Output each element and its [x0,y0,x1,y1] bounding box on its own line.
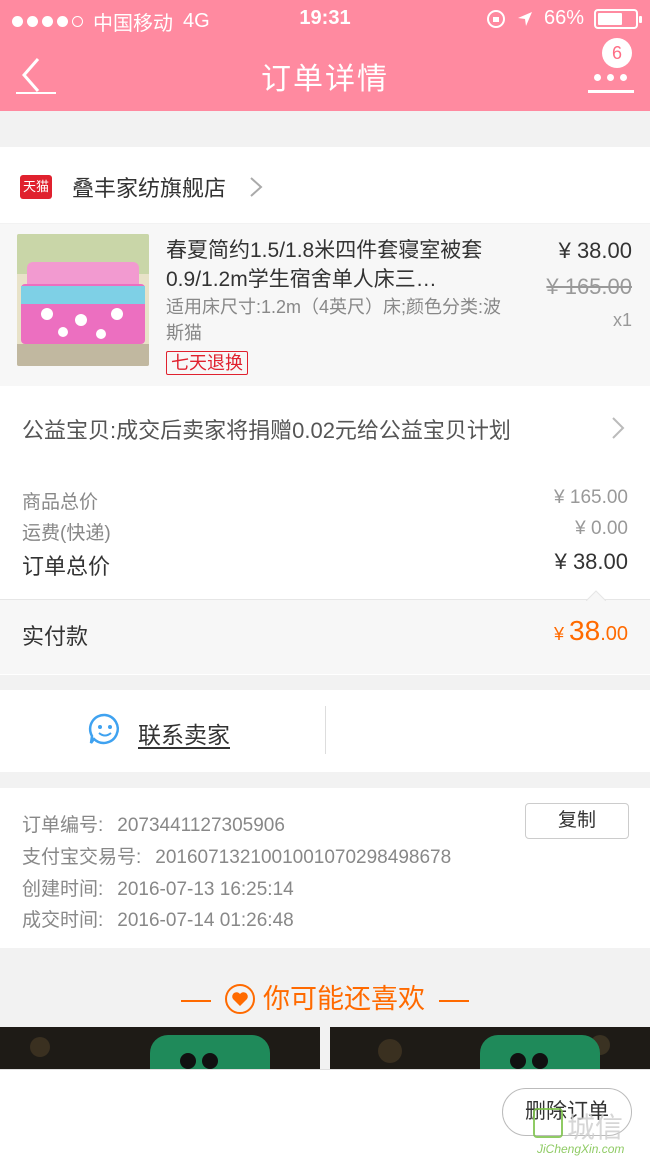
order-number-row: 订单编号: 2073441127305906 [22,810,285,837]
heart-icon [225,983,255,1014]
paid-section [0,599,650,674]
store-name[interactable]: 叠丰家纺旗舰店 [72,171,226,203]
product-quantity: x1 [612,310,632,330]
watermark-logo-icon [533,1108,563,1138]
product-price: ¥ 38.00 [558,238,632,263]
chat-bubble-icon[interactable] [88,712,122,746]
order-total-value: ¥ 38.00 [554,549,628,574]
watermark: 城信 JiChengXin.com [533,1106,650,1156]
top-bar: 中国移动 4G 19:31 66% 订单详情 6 [0,0,650,111]
copy-button[interactable]: 复制 [525,803,629,839]
alipay-number-label: 支付宝交易号: [22,847,142,868]
contact-seller-link[interactable]: 联系卖家 [138,716,230,750]
shipping-value: ¥ 0.00 [575,518,628,539]
order-number: 2073441127305906 [117,815,285,836]
tmall-logo-icon: 天猫 [20,175,52,199]
order-total-label: 订单总价 [22,554,111,579]
product-title[interactable]: 春夏简约1.5/1.8米四件套寝室被套0.9/1.2m学生宿舍单人床三… [166,236,506,294]
more-dots-icon [594,74,627,81]
paid-amount: ¥ 38.00 [554,615,628,647]
created-time: 2016-07-13 16:25:14 [117,879,294,900]
message-count-badge: 6 [602,38,632,68]
paid-integer: 38 [569,615,601,646]
created-time-label: 创建时间: [22,879,104,900]
page-title: 订单详情 [261,63,389,96]
return-policy-tag: 七天退换 [166,351,248,375]
recommend-title: 你可能还喜欢 [0,977,650,1016]
status-bar: 中国移动 4G 19:31 66% [0,0,650,38]
goods-total-label: 商品总价 [22,492,99,513]
charity-text: 公益宝贝:成交后卖家将捐赠0.02元给公益宝贝计划 [22,418,511,443]
shipping-label: 运费(快递) [22,523,111,544]
deal-time: 2016-07-14 01:26:48 [117,910,294,931]
rotation-lock-icon [486,9,505,28]
paid-currency: ¥ [554,624,570,644]
product-sku: 适用床尺寸:1.2m（4英尺）床;颜色分类:波斯猫 [166,297,502,343]
caret-up-icon [586,590,606,601]
divider [325,706,326,754]
created-time-row: 创建时间: 2016-07-13 16:25:14 [22,874,294,901]
recommend-title-text: 你可能还喜欢 [263,984,425,1014]
location-arrow-icon [517,11,532,26]
deal-time-label: 成交时间: [22,910,104,931]
product-image[interactable] [17,234,149,366]
more-menu-button[interactable]: 6 [588,38,634,94]
deal-time-row: 成交时间: 2016-07-14 01:26:48 [22,905,294,932]
alipay-number-row: 支付宝交易号: 2016071321001001070298498678 [22,842,451,869]
chevron-right-icon [612,417,625,439]
watermark-text: 城信 [567,1112,624,1143]
battery-icon [594,8,642,29]
paid-decimal: .00 [600,623,628,645]
goods-total-value: ¥ 165.00 [554,487,628,508]
chevron-right-icon [250,177,263,197]
watermark-site: JiChengXin.com [537,1142,625,1156]
alipay-number: 2016071321001001070298498678 [155,847,452,868]
product-original-price: ¥ 165.00 [546,274,632,299]
paid-label: 实付款 [22,624,89,649]
order-number-label: 订单编号: [22,815,104,836]
battery-percent: 66% [543,7,584,29]
